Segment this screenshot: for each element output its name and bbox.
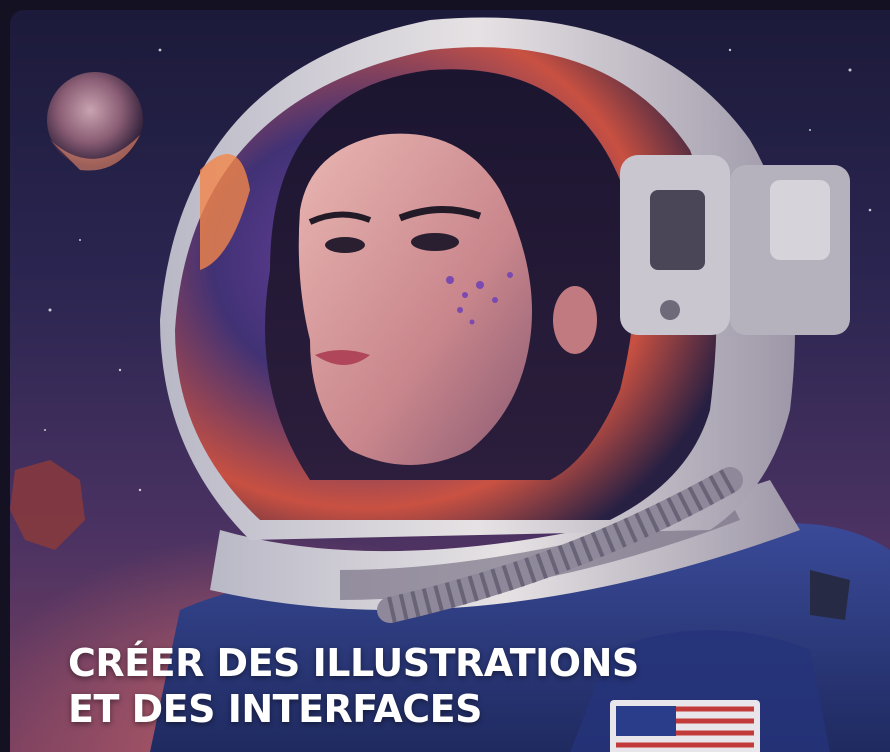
hero-caption: CRÉER DES ILLUSTRATIONS ET DES INTERFACE…: [68, 640, 639, 732]
helmet-earpiece: [620, 155, 850, 335]
hero-card: CRÉER DES ILLUSTRATIONS ET DES INTERFACE…: [10, 10, 890, 752]
asteroid: [10, 460, 85, 550]
caption-line-1: CRÉER DES ILLUSTRATIONS: [68, 641, 639, 685]
planet: [47, 72, 143, 168]
caption-line-2: ET DES INTERFACES: [68, 687, 483, 731]
